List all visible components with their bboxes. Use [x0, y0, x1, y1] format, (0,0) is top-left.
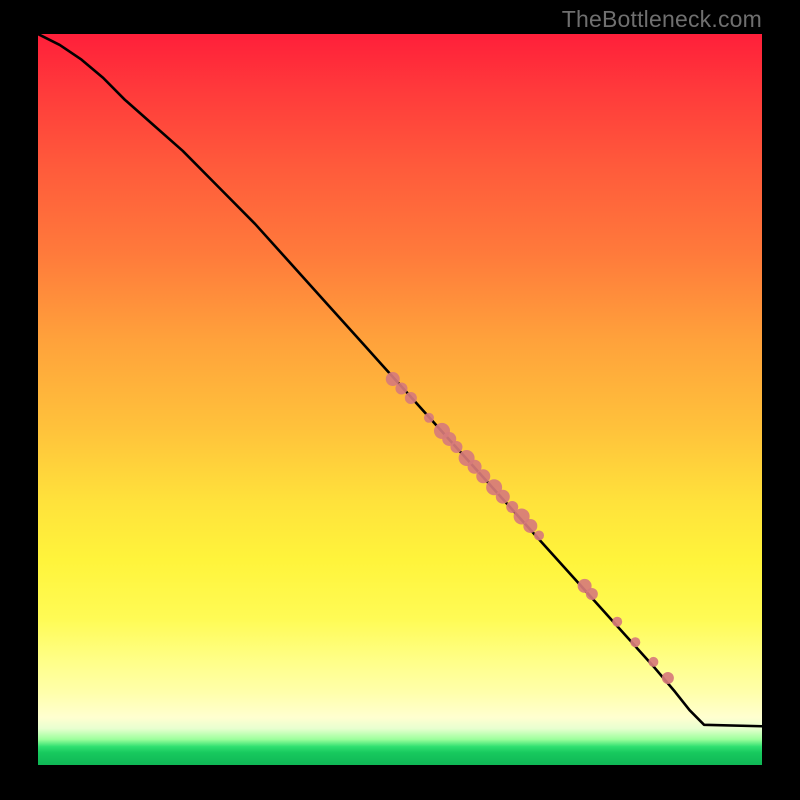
marker-dot: [630, 637, 640, 647]
curve-line: [38, 34, 762, 726]
chart-stage: TheBottleneck.com: [0, 0, 800, 800]
chart-overlay-svg: [38, 34, 762, 765]
marker-dot: [612, 617, 622, 627]
marker-dot: [476, 469, 490, 483]
marker-dot: [405, 392, 417, 404]
marker-dot: [648, 657, 658, 667]
marker-dot: [523, 519, 537, 533]
marker-group: [386, 372, 674, 684]
plot-area: [38, 34, 762, 765]
marker-dot: [450, 441, 462, 453]
marker-dot: [534, 530, 544, 540]
marker-dot: [395, 383, 407, 395]
marker-dot: [424, 413, 434, 423]
marker-dot: [662, 672, 674, 684]
marker-dot: [586, 588, 598, 600]
watermark-text: TheBottleneck.com: [562, 6, 762, 33]
marker-dot: [496, 490, 510, 504]
